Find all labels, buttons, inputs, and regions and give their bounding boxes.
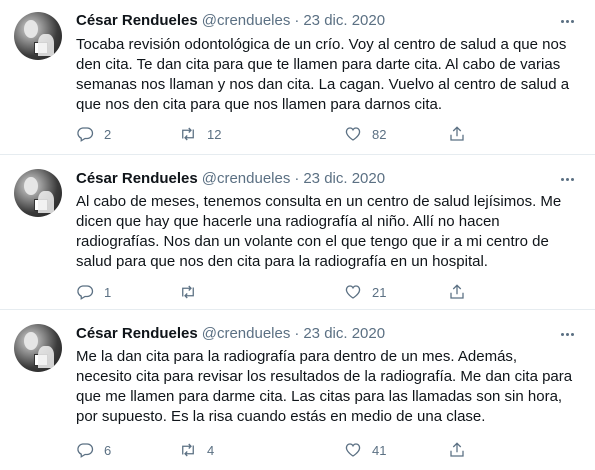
tweet-date[interactable]: 23 dic. 2020 (303, 325, 385, 342)
avatar[interactable] (14, 12, 62, 60)
retweet-icon (182, 443, 194, 457)
reply-icon (77, 285, 94, 300)
separator: · (294, 170, 300, 187)
retweet-button[interactable]: 12 (179, 124, 221, 144)
retweet-button[interactable]: 4 (179, 440, 214, 460)
reply-button[interactable]: 1 (76, 282, 111, 302)
share-icon (450, 442, 464, 457)
like-button[interactable]: 82 (344, 124, 386, 144)
tweet[interactable]: César Rendueles @crendueles · 23 dic. 2020 … (0, 310, 595, 470)
tweet-text: Me la dan cita para la radiografía para … (76, 348, 573, 425)
tweet-date[interactable]: 23 dic. 2020 (303, 170, 385, 187)
more-icon[interactable] (557, 324, 577, 344)
reply-button[interactable]: 2 (76, 124, 111, 144)
heart-icon (345, 285, 361, 299)
like-button[interactable]: 21 (344, 282, 386, 302)
heart-icon (345, 127, 361, 141)
author-name[interactable]: César Rendueles (76, 12, 198, 29)
avatar[interactable] (14, 324, 62, 372)
reply-icon (77, 127, 94, 142)
tweet-text: Tocaba revisión odontológica de un crío.… (76, 36, 570, 113)
reply-count: 2 (104, 126, 112, 142)
tweet-header: César Rendueles @crendueles · 23 dic. 2020 (76, 169, 385, 189)
tweet-actions: 6 4 41 (76, 440, 496, 460)
author-handle[interactable]: @crendueles (202, 12, 291, 29)
reply-count: 6 (104, 442, 112, 458)
author-handle[interactable]: @crendueles (202, 325, 291, 342)
tweet[interactable]: César Rendueles @crendueles · 23 dic. 2020 … (0, 0, 595, 155)
retweet-icon (182, 127, 194, 141)
tweet-actions: 2 12 82 (76, 124, 496, 144)
reply-count: 1 (104, 284, 112, 300)
tweet-header: César Rendueles @crendueles · 23 dic. 2020 (76, 324, 385, 344)
share-button[interactable] (448, 124, 466, 144)
like-count: 21 (372, 284, 387, 300)
author-name[interactable]: César Rendueles (76, 170, 198, 187)
share-button[interactable] (448, 282, 466, 302)
separator: · (294, 325, 300, 342)
retweet-count: 12 (207, 126, 222, 142)
tweet-date[interactable]: 23 dic. 2020 (303, 12, 385, 29)
author-handle[interactable]: @crendueles (202, 170, 291, 187)
tweet-actions: 1 21 (76, 282, 496, 302)
tweet-text: Al cabo de meses, tenemos consulta en un… (76, 193, 562, 270)
like-count: 41 (372, 442, 387, 458)
reply-icon (77, 443, 94, 458)
author-name[interactable]: César Rendueles (76, 325, 198, 342)
like-count: 82 (372, 126, 387, 142)
separator: · (294, 12, 300, 29)
heart-icon (345, 443, 361, 457)
share-icon (450, 284, 464, 299)
retweet-count: 4 (207, 442, 215, 458)
tweet[interactable]: César Rendueles @crendueles · 23 dic. 2020 … (0, 155, 595, 310)
share-button[interactable] (448, 440, 466, 460)
more-icon[interactable] (557, 169, 577, 189)
more-icon[interactable] (557, 11, 577, 31)
tweet-header: César Rendueles @crendueles · 23 dic. 2020 (76, 11, 385, 31)
like-button[interactable]: 41 (344, 440, 386, 460)
share-icon (450, 126, 464, 141)
retweet-button[interactable] (179, 282, 207, 302)
avatar[interactable] (14, 169, 62, 217)
reply-button[interactable]: 6 (76, 440, 111, 460)
retweet-icon (182, 285, 194, 299)
